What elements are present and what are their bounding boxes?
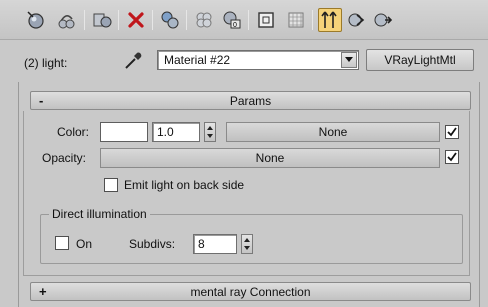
params-rollout-title: Params [229,94,272,108]
material-name-dropdown[interactable]: Material #22 [157,50,359,70]
opacity-map-checkbox[interactable] [445,150,459,164]
color-map-checkbox[interactable] [445,125,459,139]
eyedropper-icon[interactable] [122,50,144,72]
color-multiplier-field[interactable]: 1.0 [152,122,200,142]
color-map-button[interactable]: None [226,122,440,142]
color-label: Color: [57,125,90,139]
subdivs-field[interactable]: 8 [193,234,237,254]
color-swatch[interactable] [100,122,148,142]
svg-text:0: 0 [233,22,237,29]
put-to-library-icon[interactable] [192,8,216,32]
direct-illumination-title: Direct illumination [49,207,150,221]
mental-ray-rollout-title: mental ray Connection [190,285,311,299]
show-map-icon[interactable] [254,8,278,32]
color-multiplier-spinner[interactable] [204,122,216,142]
delete-icon[interactable] [124,8,148,32]
subdivs-spinner[interactable] [241,234,253,254]
subdivs-label: Subdivs: [129,237,176,251]
chevron-down-icon[interactable] [341,52,357,68]
opacity-map-button[interactable]: None [100,148,440,168]
material-slot-label: (2) light: [24,56,68,70]
get-material-icon[interactable] [24,8,48,32]
emit-back-side-label: Emit light on back side [124,178,245,192]
navigate-icon[interactable] [370,8,394,32]
assign-to-selection-icon[interactable] [90,8,114,32]
direct-illum-on-checkbox[interactable] [55,236,69,250]
direct-illum-on-label: On [76,237,93,251]
mental-ray-rollout-header[interactable]: + mental ray Connection [30,282,471,301]
checkmark-icon [447,152,457,162]
opacity-label: Opacity: [42,151,87,165]
params-rollout-header[interactable]: - Params [30,91,471,110]
make-unique-icon[interactable] [158,8,182,32]
go-to-parent-icon[interactable] [318,8,342,32]
material-name-value: Material #22 [164,53,231,67]
show-background-icon[interactable] [284,8,308,32]
material-type-button[interactable]: VRayLightMtl [366,49,474,71]
put-to-scene-icon[interactable] [54,8,78,32]
emit-back-side-checkbox[interactable] [104,178,118,192]
checkmark-icon [447,127,457,137]
material-id-icon[interactable]: 0 [220,8,244,32]
material-editor-toolbar: 0 [0,0,488,40]
go-forward-icon[interactable] [344,8,368,32]
